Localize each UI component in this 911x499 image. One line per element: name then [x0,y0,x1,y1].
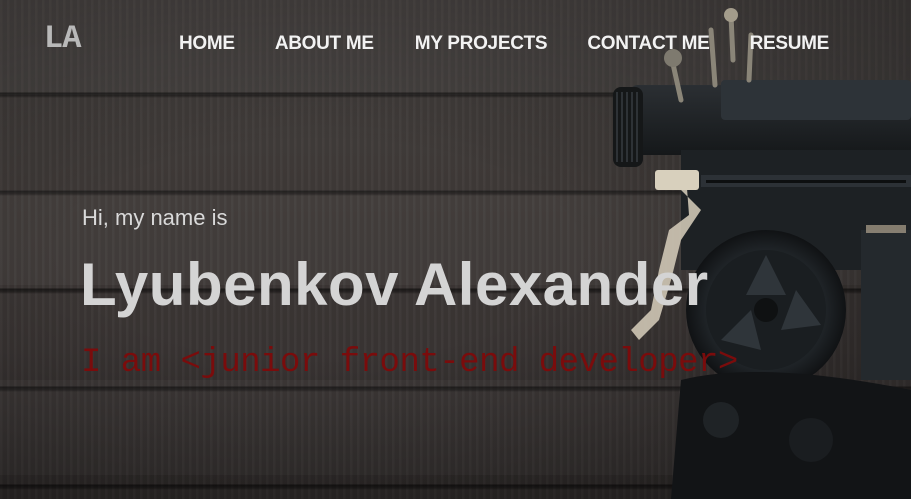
hero-section: LA HOME ABOUT ME MY PROJECTS CONTACT ME … [0,0,911,499]
nav-about-me[interactable]: ABOUT ME [275,33,374,55]
nav-resume[interactable]: RESUME [750,33,830,55]
nav-contact-me[interactable]: CONTACT ME [587,33,710,55]
hero-name: Lyubenkov Alexander [80,251,709,318]
hero-role: I am <junior front-end developer> [81,344,738,382]
nav-home[interactable]: HOME [179,33,235,55]
hero-greeting: Hi, my name is [82,205,228,230]
logo[interactable]: LA [44,20,81,57]
nav-my-projects[interactable]: MY PROJECTS [415,33,548,55]
main-nav: HOME ABOUT ME MY PROJECTS CONTACT ME RES… [179,33,829,55]
